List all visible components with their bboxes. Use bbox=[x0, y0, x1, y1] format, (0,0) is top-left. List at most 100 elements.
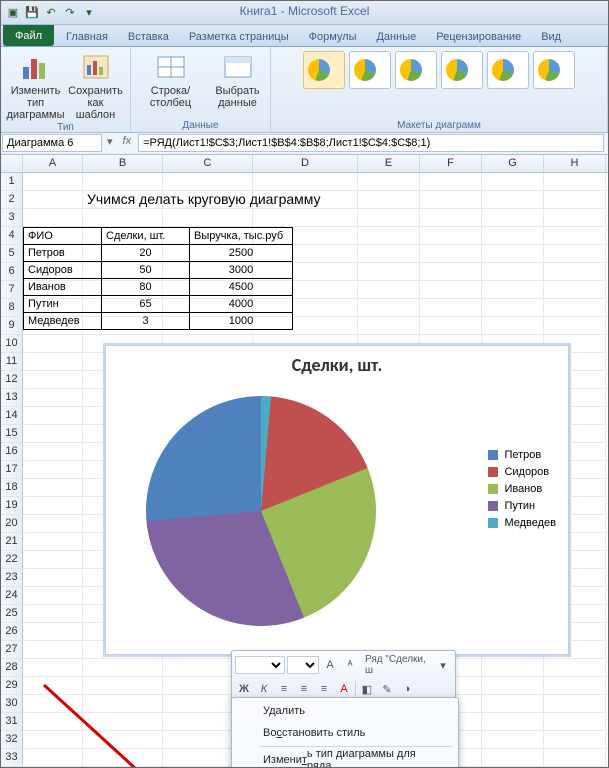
tab-review[interactable]: Рецензирование bbox=[426, 28, 531, 46]
tab-data[interactable]: Данные bbox=[366, 28, 426, 46]
row-header[interactable]: 22 bbox=[1, 551, 23, 569]
row-header[interactable]: 16 bbox=[1, 443, 23, 461]
row-header[interactable]: 1 bbox=[1, 173, 23, 191]
redo-icon[interactable]: ↷ bbox=[62, 5, 78, 21]
row-header[interactable]: 7 bbox=[1, 281, 23, 299]
name-box-input[interactable] bbox=[2, 134, 102, 152]
data-table: Учимся делать круговую диаграмму ФИОСдел… bbox=[23, 191, 321, 330]
font-select[interactable] bbox=[235, 656, 285, 674]
row-header[interactable]: 18 bbox=[1, 479, 23, 497]
row-header[interactable]: 3 bbox=[1, 209, 23, 227]
chart-title[interactable]: Сделки, шт. bbox=[106, 346, 568, 384]
chart-layout-4[interactable] bbox=[441, 51, 483, 89]
row-header[interactable]: 2 bbox=[1, 191, 23, 209]
legend-item[interactable]: Путин bbox=[488, 500, 556, 512]
row-header[interactable]: 19 bbox=[1, 497, 23, 515]
col-A[interactable]: A bbox=[23, 155, 83, 172]
tab-home[interactable]: Главная bbox=[56, 28, 118, 46]
switch-row-col-button[interactable]: Строка/столбец bbox=[135, 49, 207, 109]
align-right-icon[interactable]: ≡ bbox=[315, 680, 333, 698]
select-all-corner[interactable] bbox=[1, 155, 23, 172]
row-header[interactable]: 25 bbox=[1, 605, 23, 623]
col-F[interactable]: F bbox=[420, 155, 482, 172]
bold-icon[interactable]: Ж bbox=[235, 680, 253, 698]
fill-color-icon[interactable]: ◧ bbox=[358, 680, 376, 698]
pie-series[interactable] bbox=[146, 396, 376, 626]
legend-item[interactable]: Иванов bbox=[488, 483, 556, 495]
col-C[interactable]: C bbox=[163, 155, 253, 172]
col-G[interactable]: G bbox=[482, 155, 544, 172]
tab-layout[interactable]: Разметка страницы bbox=[179, 28, 299, 46]
pie-plot-area[interactable] bbox=[146, 396, 376, 626]
undo-icon[interactable]: ↶ bbox=[43, 5, 59, 21]
shrink-font-icon[interactable]: ᴬ bbox=[341, 656, 359, 674]
effects-icon[interactable]: ◑ bbox=[398, 680, 416, 698]
col-B[interactable]: B bbox=[83, 155, 163, 172]
grow-font-icon[interactable]: A bbox=[321, 656, 339, 674]
outline-icon[interactable]: ✎ bbox=[378, 680, 396, 698]
menu-item[interactable]: Изменить тип диаграммы для ряда... bbox=[234, 749, 456, 767]
row-header[interactable]: 24 bbox=[1, 587, 23, 605]
row-header[interactable]: 32 bbox=[1, 731, 23, 749]
quick-access-toolbar: ▣ 💾 ↶ ↷ ▾ bbox=[1, 1, 608, 25]
row-header[interactable]: 29 bbox=[1, 677, 23, 695]
context-menu: УдалитьВосстановить стиль Изменить тип ди… bbox=[231, 697, 459, 767]
qat-dropdown-icon[interactable]: ▾ bbox=[81, 5, 97, 21]
row-header[interactable]: 14 bbox=[1, 407, 23, 425]
align-left-icon[interactable]: ≡ bbox=[275, 680, 293, 698]
row-header[interactable]: 30 bbox=[1, 695, 23, 713]
file-tab[interactable]: Файл bbox=[3, 25, 54, 46]
row-header[interactable]: 20 bbox=[1, 515, 23, 533]
italic-icon[interactable]: К bbox=[255, 680, 273, 698]
row-header[interactable]: 17 bbox=[1, 461, 23, 479]
formula-bar: ▾ fx bbox=[1, 133, 608, 155]
save-template-label: Сохранить как шаблон bbox=[67, 85, 125, 121]
row-header[interactable]: 23 bbox=[1, 569, 23, 587]
row-header[interactable]: 21 bbox=[1, 533, 23, 551]
chart-layout-3[interactable] bbox=[395, 51, 437, 89]
chart-layout-2[interactable] bbox=[349, 51, 391, 89]
tab-view[interactable]: Вид bbox=[531, 28, 571, 46]
row-header[interactable]: 12 bbox=[1, 371, 23, 389]
save-icon[interactable]: 💾 bbox=[24, 5, 40, 21]
row-header[interactable]: 5 bbox=[1, 245, 23, 263]
row-header[interactable]: 10 bbox=[1, 335, 23, 353]
col-D[interactable]: D bbox=[253, 155, 358, 172]
row-header[interactable]: 26 bbox=[1, 623, 23, 641]
menu-item[interactable]: Удалить bbox=[234, 700, 456, 722]
tab-insert[interactable]: Вставка bbox=[118, 28, 179, 46]
chart-legend[interactable]: Петров Сидоров Иванов Путин Медведев bbox=[488, 444, 556, 534]
legend-item[interactable]: Петров bbox=[488, 449, 556, 461]
row-header[interactable]: 8 bbox=[1, 299, 23, 317]
formula-input[interactable] bbox=[138, 134, 604, 152]
row-header[interactable]: 11 bbox=[1, 353, 23, 371]
save-template-button[interactable]: Сохранить как шаблон bbox=[67, 49, 125, 121]
row-header[interactable]: 6 bbox=[1, 263, 23, 281]
row-header[interactable]: 27 bbox=[1, 641, 23, 659]
change-chart-type-button[interactable]: Изменить тип диаграммы bbox=[7, 49, 65, 121]
menu-item[interactable]: Восстановить стиль bbox=[234, 722, 456, 744]
chart-layout-1[interactable] bbox=[303, 51, 345, 89]
font-color-icon[interactable]: A bbox=[335, 680, 353, 698]
row-header[interactable]: 4 bbox=[1, 227, 23, 245]
dropdown-icon[interactable]: ▾ bbox=[434, 656, 452, 674]
row-header[interactable]: 13 bbox=[1, 389, 23, 407]
name-box-dropdown-icon[interactable]: ▾ bbox=[103, 133, 117, 154]
align-center-icon[interactable]: ≡ bbox=[295, 680, 313, 698]
row-header[interactable]: 15 bbox=[1, 425, 23, 443]
row-header[interactable]: 31 bbox=[1, 713, 23, 731]
chart-layout-6[interactable] bbox=[533, 51, 575, 89]
fx-icon[interactable]: fx bbox=[117, 133, 138, 154]
row-header[interactable]: 9 bbox=[1, 317, 23, 335]
row-header[interactable]: 28 bbox=[1, 659, 23, 677]
legend-item[interactable]: Сидоров bbox=[488, 466, 556, 478]
legend-item[interactable]: Медведев bbox=[488, 517, 556, 529]
chart-object[interactable]: Сделки, шт. Петров Сидоров Иванов Путин Медв… bbox=[105, 345, 569, 655]
col-H[interactable]: H bbox=[544, 155, 606, 172]
chart-layout-5[interactable] bbox=[487, 51, 529, 89]
tab-formulas[interactable]: Формулы bbox=[299, 28, 367, 46]
row-header[interactable]: 33 bbox=[1, 749, 23, 767]
select-data-button[interactable]: Выбрать данные bbox=[209, 49, 267, 109]
font-size-select[interactable] bbox=[287, 656, 319, 674]
col-E[interactable]: E bbox=[358, 155, 420, 172]
